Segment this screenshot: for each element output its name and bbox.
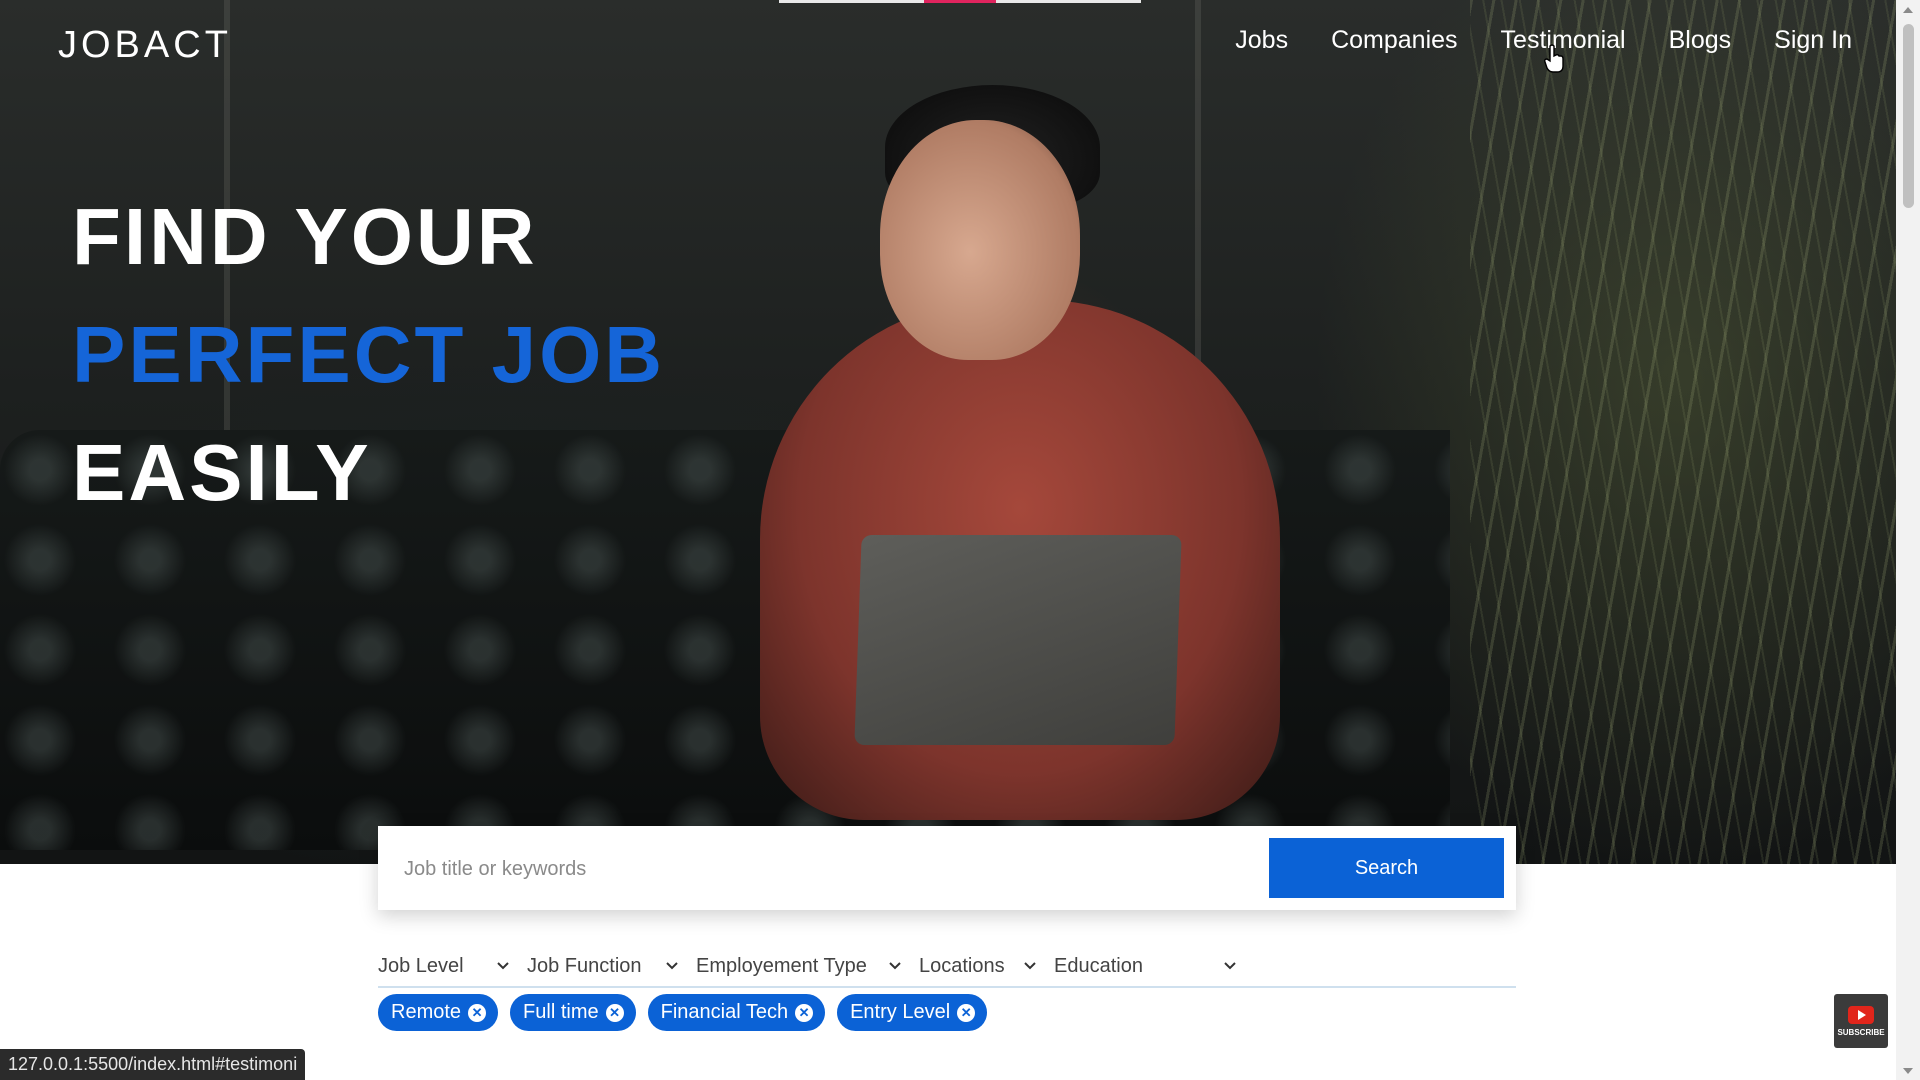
plant-image	[1470, 0, 1896, 864]
nav-companies[interactable]: Companies	[1331, 26, 1457, 55]
youtube-icon	[1848, 1005, 1874, 1024]
chevron-down-icon	[1224, 962, 1236, 970]
filter-locations[interactable]: Locations	[919, 946, 1054, 986]
close-icon[interactable]: ✕	[468, 1003, 487, 1022]
chip-entry-level: Entry Level ✕	[837, 994, 988, 1031]
chevron-down-icon	[1024, 962, 1036, 970]
subscribe-label: SUBSCRIBE	[1837, 1027, 1885, 1037]
hero-headline: FIND YOUR PERFECT JOB EASILY	[72, 178, 665, 532]
close-icon[interactable]: ✕	[957, 1003, 976, 1022]
subscribe-badge[interactable]: SUBSCRIBE	[1834, 994, 1888, 1048]
scroll-up-icon[interactable]	[1903, 7, 1913, 13]
filter-job-level[interactable]: Job Level	[378, 946, 527, 986]
filter-label: Job Level	[378, 954, 464, 977]
chevron-down-icon	[666, 962, 678, 970]
active-filter-chips: Remote ✕ Full time ✕ Financial Tech ✕ En…	[378, 994, 988, 1031]
loading-indicator	[779, 0, 1141, 3]
nav-sign-in[interactable]: Sign In	[1774, 26, 1852, 55]
chip-label: Entry Level	[850, 1001, 951, 1023]
headline-line-2: PERFECT JOB	[72, 310, 666, 399]
filter-label: Job Function	[527, 954, 642, 977]
chip-remote: Remote ✕	[378, 994, 499, 1031]
scroll-thumb[interactable]	[1903, 24, 1914, 208]
nav-blogs[interactable]: Blogs	[1669, 26, 1732, 55]
filter-label: Education	[1054, 954, 1143, 977]
headline-line-1: FIND YOUR	[72, 192, 538, 281]
laptop-image	[854, 535, 1182, 745]
chip-label: Full time	[523, 1001, 599, 1023]
chip-label: Financial Tech	[660, 1001, 789, 1023]
search-button[interactable]: Search	[1269, 838, 1504, 898]
search-input[interactable]	[402, 840, 1246, 898]
chip-label: Remote	[391, 1001, 462, 1023]
page-scrollbar[interactable]	[1896, 0, 1920, 1080]
filter-label: Locations	[919, 954, 1005, 977]
filter-employment-type[interactable]: Employement Type	[696, 946, 919, 986]
hand-cursor-icon	[1544, 44, 1564, 73]
chevron-down-icon	[497, 962, 509, 970]
status-bar-url: 127.0.0.1:5500/index.html#testimoni	[0, 1049, 306, 1080]
search-bar: Search	[378, 826, 1516, 910]
filter-label: Employement Type	[696, 954, 867, 977]
nav-jobs[interactable]: Jobs	[1235, 26, 1288, 55]
chip-full-time: Full time ✕	[510, 994, 636, 1031]
filter-education[interactable]: Education	[1054, 946, 1254, 986]
filter-bar: Job Level Job Function Employement Type …	[378, 946, 1516, 988]
site-logo[interactable]: JOBACT	[58, 24, 232, 67]
chevron-down-icon	[889, 962, 901, 970]
close-icon[interactable]: ✕	[795, 1003, 814, 1022]
filter-job-function[interactable]: Job Function	[527, 946, 696, 986]
scroll-down-icon[interactable]	[1903, 1068, 1913, 1074]
chip-financial-tech: Financial Tech ✕	[647, 994, 826, 1031]
headline-line-3: EASILY	[72, 428, 372, 517]
person-head	[880, 120, 1080, 360]
close-icon[interactable]: ✕	[605, 1003, 624, 1022]
